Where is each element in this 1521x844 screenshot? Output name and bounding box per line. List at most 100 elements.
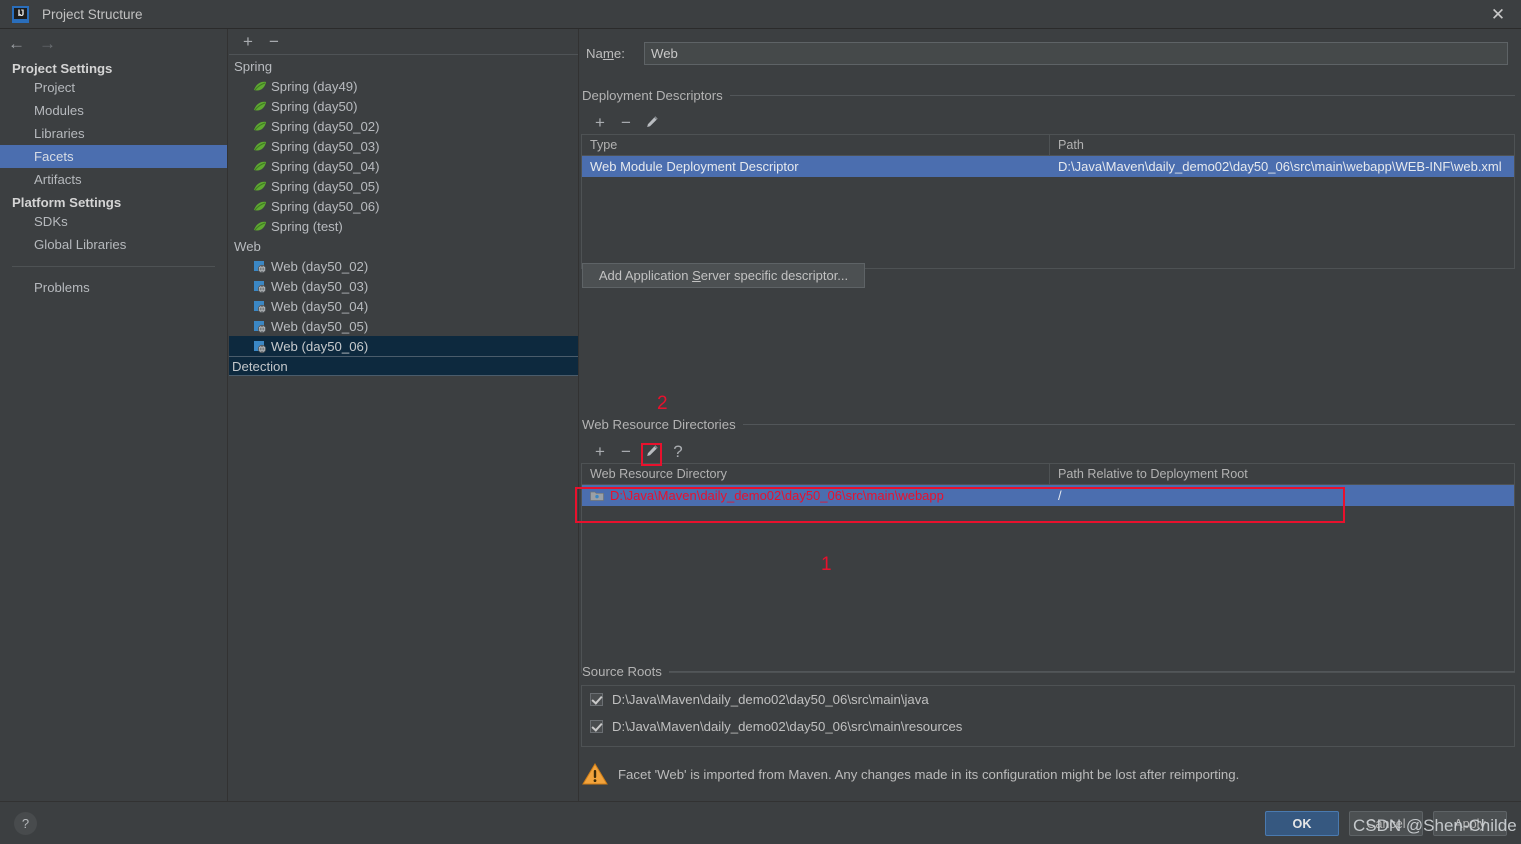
spring-leaf-icon [253, 140, 267, 153]
dialog-footer: ? OK Cancel Apply [0, 801, 1521, 844]
facet-node-spring-day50-06[interactable]: Spring (day50_06) [229, 196, 578, 216]
facet-node-spring-day50-04[interactable]: Spring (day50_04) [229, 156, 578, 176]
facet-node-spring-test[interactable]: Spring (test) [229, 216, 578, 236]
warning-triangle-icon [582, 762, 608, 786]
table-row[interactable]: Web Module Deployment Descriptor D:\Java… [582, 156, 1514, 177]
source-root-checkbox[interactable] [590, 720, 603, 733]
facet-node-web-day50-06[interactable]: Web (day50_06) [229, 336, 578, 356]
facet-node-label: Web (day50_03) [271, 278, 369, 294]
sidebar-group-project-settings: Project Settings [12, 61, 113, 76]
web-facet-icon [253, 280, 267, 293]
facet-name-label: Name: [586, 46, 625, 61]
deployment-descriptors-title: Deployment Descriptors [582, 88, 730, 103]
source-roots-title: Source Roots [582, 664, 669, 679]
spring-leaf-icon [253, 80, 267, 93]
deployment-descriptors-rule [722, 95, 1515, 96]
sidebar-item-problems[interactable]: Problems [0, 276, 227, 299]
web-resource-relative-path-cell: / [1058, 488, 1062, 503]
web-resource-directory-path: D:\Java\Maven\daily_demo02\day50_06\src\… [610, 488, 944, 503]
sidebar-item-sdks[interactable]: SDKs [0, 210, 227, 233]
help-icon[interactable]: ? [14, 812, 37, 835]
facet-node-spring-day50-02[interactable]: Spring (day50_02) [229, 116, 578, 136]
sidebar-item-modules[interactable]: Modules [0, 99, 227, 122]
list-item[interactable]: D:\Java\Maven\daily_demo02\day50_06\src\… [582, 686, 1514, 713]
column-header-type: Type [582, 135, 1050, 155]
cancel-button[interactable]: Cancel [1349, 811, 1423, 836]
facet-tree-panel: + − Spring Spring (day49) Spring (day50) [229, 29, 579, 801]
sidebar-item-global-libraries[interactable]: Global Libraries [0, 233, 227, 256]
folder-icon [590, 490, 604, 502]
ok-button[interactable]: OK [1265, 811, 1339, 836]
facet-node-label: Spring (day50_04) [271, 158, 380, 174]
facet-node-label: Spring (day50_05) [271, 178, 380, 194]
remove-descriptor-button[interactable]: − [613, 110, 639, 134]
facet-node-web-day50-05[interactable]: Web (day50_05) [229, 316, 578, 336]
annotation-marker-one: 1 [821, 554, 832, 575]
table-row[interactable]: D:\Java\Maven\daily_demo02\day50_06\src\… [582, 485, 1514, 506]
facet-node-label: Web (day50_04) [271, 298, 369, 314]
facet-category-web: Web [234, 238, 261, 254]
pencil-icon[interactable] [639, 439, 665, 463]
facet-node-spring-day50-03[interactable]: Spring (day50_03) [229, 136, 578, 156]
sidebar-item-facets[interactable]: Facets [0, 145, 227, 168]
remove-web-resource-button[interactable]: − [613, 439, 639, 463]
web-resource-directories-toolbar: + − ? [581, 438, 1515, 464]
source-root-path: D:\Java\Maven\daily_demo02\day50_06\src\… [612, 692, 929, 707]
facet-settings-panel: Name: Deployment Descriptors + − Type Pa… [580, 29, 1521, 801]
sidebar-group-platform-settings: Platform Settings [12, 195, 122, 210]
source-roots-list: D:\Java\Maven\daily_demo02\day50_06\src\… [581, 685, 1515, 747]
sidebar-item-project[interactable]: Project [0, 76, 227, 99]
web-resource-directories-table: Web Resource Directory Path Relative to … [581, 463, 1515, 673]
facet-tree-toolbar: + − [229, 29, 578, 55]
deployment-descriptors-table: Type Path Web Module Deployment Descript… [581, 134, 1515, 269]
web-resource-directories-title: Web Resource Directories [582, 417, 743, 432]
facet-node-spring-day50[interactable]: Spring (day50) [229, 96, 578, 116]
sidebar-divider [12, 266, 215, 267]
facet-node-label: Web (day50_02) [271, 258, 369, 274]
remove-facet-button[interactable]: − [261, 30, 287, 54]
web-facet-icon [253, 320, 267, 333]
sidebar-item-artifacts[interactable]: Artifacts [0, 168, 227, 191]
spring-leaf-icon [253, 180, 267, 193]
arrow-right-icon[interactable]: → [39, 35, 56, 52]
facet-node-web-day50-03[interactable]: Web (day50_03) [229, 276, 578, 296]
spring-leaf-icon [253, 160, 267, 173]
web-resource-help-button[interactable]: ? [665, 439, 691, 463]
facet-node-label: Spring (test) [271, 218, 343, 234]
window-title: Project Structure [42, 6, 143, 22]
deployment-descriptors-toolbar: + − [581, 109, 1515, 135]
web-facet-icon [253, 300, 267, 313]
add-web-resource-button[interactable]: + [587, 439, 613, 463]
title-bar: IJ Project Structure ✕ [0, 0, 1521, 29]
sidebar-item-libraries[interactable]: Libraries [0, 122, 227, 145]
web-resource-directory-cell: D:\Java\Maven\daily_demo02\day50_06\src\… [582, 485, 1050, 506]
facet-name-input[interactable] [644, 42, 1508, 65]
arrow-left-icon[interactable]: ← [8, 35, 25, 52]
facet-node-label: Web (day50_05) [271, 318, 369, 334]
facet-node-web-day50-02[interactable]: Web (day50_02) [229, 256, 578, 276]
facet-node-spring-day49[interactable]: Spring (day49) [229, 76, 578, 96]
annotation-marker-two: 2 [657, 393, 668, 414]
descriptor-type-cell: Web Module Deployment Descriptor [590, 159, 799, 174]
add-application-server-descriptor-button[interactable]: Add Application Server specific descript… [582, 263, 865, 288]
facet-node-label: Spring (day50) [271, 98, 358, 114]
apply-button[interactable]: Apply [1433, 811, 1507, 836]
maven-import-warning: Facet 'Web' is imported from Maven. Any … [582, 762, 1512, 786]
source-root-checkbox[interactable] [590, 693, 603, 706]
facet-category-spring: Spring [234, 58, 273, 74]
column-header-path: Path [1058, 138, 1084, 152]
facet-node-spring-day50-05[interactable]: Spring (day50_05) [229, 176, 578, 196]
warning-text: Facet 'Web' is imported from Maven. Any … [618, 766, 1240, 782]
facet-node-label: Web (day50_06) [271, 338, 369, 354]
close-icon[interactable]: ✕ [1475, 0, 1521, 29]
facet-detection-row[interactable]: Detection [229, 356, 578, 376]
add-descriptor-button[interactable]: + [587, 110, 613, 134]
pencil-icon[interactable] [639, 110, 665, 134]
add-facet-button[interactable]: + [235, 30, 261, 54]
deployment-descriptors-header: Type Path [582, 135, 1514, 156]
list-item[interactable]: D:\Java\Maven\daily_demo02\day50_06\src\… [582, 713, 1514, 740]
facet-tree: Spring Spring (day49) Spring (day50) Spr… [229, 55, 578, 356]
facet-node-web-day50-04[interactable]: Web (day50_04) [229, 296, 578, 316]
web-resource-directories-rule [735, 424, 1515, 425]
spring-leaf-icon [253, 200, 267, 213]
